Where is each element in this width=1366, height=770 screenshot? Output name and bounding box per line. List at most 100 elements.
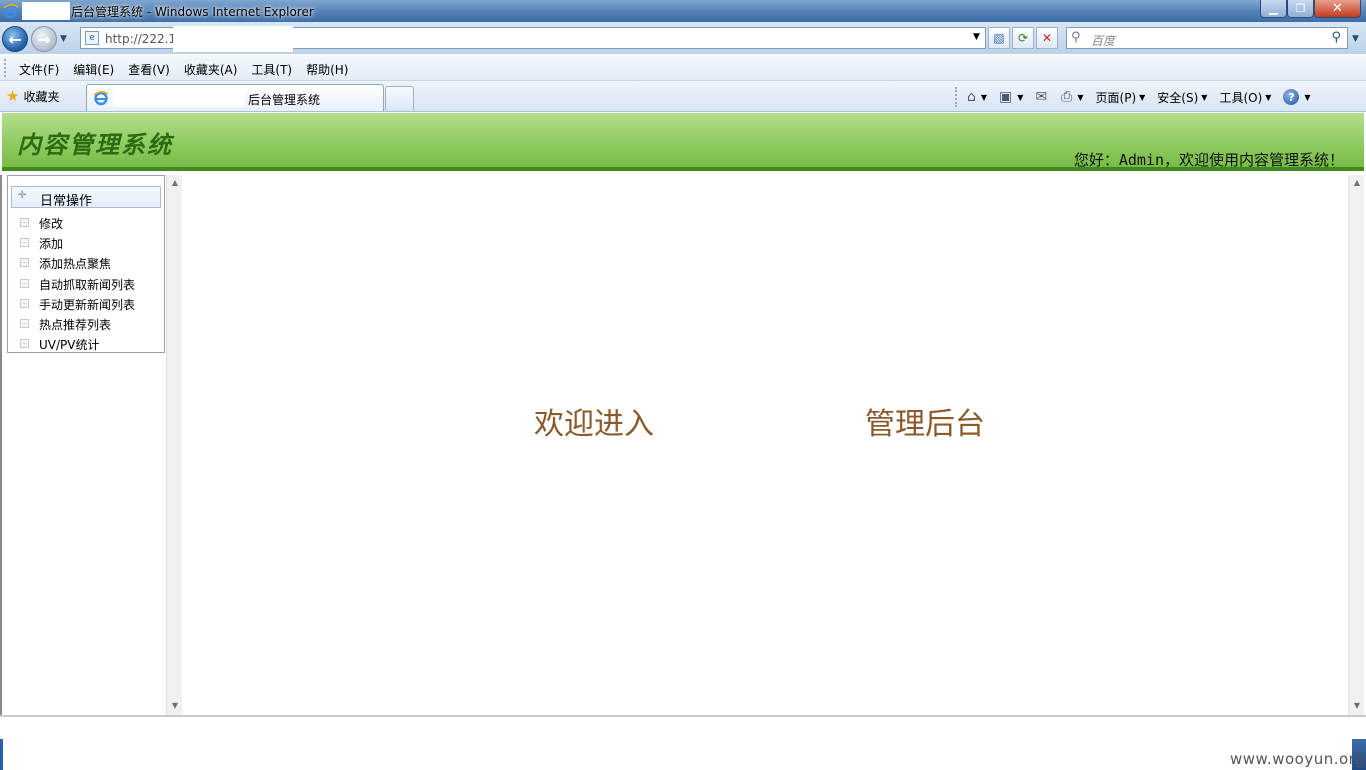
chevron-down-icon[interactable]: ▼: [1077, 93, 1083, 102]
address-dropdown-icon[interactable]: ▼: [973, 32, 980, 42]
maximize-icon: ❐: [1295, 2, 1306, 15]
sidebar-item-label: UV/PV统计: [39, 338, 100, 353]
menu-view[interactable]: 查看(V): [121, 61, 177, 78]
star-icon: ★: [6, 87, 20, 105]
search-icon: ⚲: [1071, 30, 1081, 45]
back-button[interactable]: ←: [2, 26, 28, 52]
stop-button[interactable]: ✕: [1036, 27, 1058, 49]
minimize-button[interactable]: ▁: [1260, 0, 1287, 18]
sidebar-item-add-hot-focus[interactable]: – 添加热点聚焦: [8, 253, 164, 273]
read-mail-button[interactable]: ✉: [1035, 89, 1049, 105]
ie-icon: [3, 4, 19, 19]
page-icon: e: [85, 31, 99, 45]
bullet-icon: –: [20, 238, 29, 248]
sidebar-item-hot-recommend[interactable]: – 热点推荐列表: [8, 314, 164, 334]
left-navigation-frame: ✛ 日常操作 – 修改 – 添加 – 添加热点聚焦 – 自动抓取新闻列表 – 手动更新新闻…: [0, 175, 182, 715]
sidebar-item-label: 自动抓取新闻列表: [39, 277, 136, 292]
feeds-button[interactable]: ▣ ▼: [999, 89, 1023, 105]
url-text: http://222.1: [105, 32, 177, 46]
scroll-down-icon[interactable]: ▼: [1349, 701, 1365, 710]
bullet-icon: –: [20, 318, 29, 328]
site-header: 内容管理系统 您好：Admin，欢迎使用内容管理系统！: [2, 113, 1364, 171]
left-frame-scrollbar[interactable]: ▲ ▼: [166, 175, 182, 715]
sidebar-item-label: 添加: [39, 237, 64, 252]
main-content-frame: 欢迎进入 管理后台 ▲ ▼: [182, 175, 1366, 715]
stop-icon: ✕: [1041, 31, 1053, 45]
maximize-button[interactable]: ❐: [1287, 0, 1314, 18]
bullet-icon: –: [20, 298, 29, 308]
chevron-down-icon[interactable]: ▼: [1017, 93, 1023, 102]
user-greeting: 您好：Admin，欢迎使用内容管理系统！: [1073, 151, 1344, 169]
new-tab-button[interactable]: [385, 86, 414, 110]
toolbar-grip[interactable]: [4, 59, 7, 77]
compatibility-view-button[interactable]: ▧: [988, 27, 1010, 49]
close-window-button[interactable]: ✕: [1314, 0, 1361, 18]
sidebar-items: – 修改 – 添加 – 添加热点聚焦 – 自动抓取新闻列表 – 手动更新新闻列表 – 热点推…: [8, 213, 164, 354]
forward-arrow-icon: →: [37, 29, 51, 49]
search-go-icon[interactable]: ⚲: [1331, 30, 1341, 45]
window-title-bar: 后台管理系统 - Windows Internet Explorer ▁ ❐ ✕: [0, 0, 1366, 22]
sidebar-menu: ✛ 日常操作 – 修改 – 添加 – 添加热点聚焦 – 自动抓取新闻列表 – 手动更新新闻…: [7, 175, 165, 353]
favorites-tab-bar: ★ 收藏夹 后台管理系统 ⌂ ▼ ▣ ▼ ✉ ⎙ ▼ 页面(P) ▼ 安全(S) ▼ 工具…: [0, 81, 1366, 112]
sidebar-item-uv-pv-stats[interactable]: – UV/PV统计: [8, 334, 164, 354]
sidebar-item-label: 添加热点聚焦: [39, 257, 112, 272]
search-dropdown-icon[interactable]: ▼: [1352, 34, 1359, 44]
menu-favorites[interactable]: 收藏夹(A): [177, 61, 245, 78]
refresh-button[interactable]: ⟳: [1012, 27, 1034, 49]
sidebar-group-daily-operations[interactable]: ✛ 日常操作: [11, 186, 161, 209]
history-dropdown-icon[interactable]: ▼: [60, 34, 67, 44]
scroll-up-icon[interactable]: ▲: [167, 178, 183, 187]
chevron-down-icon: ▼: [1265, 92, 1272, 102]
status-bar: www.wooyun.org: [0, 715, 1366, 770]
page-menu-button[interactable]: 页面(P) ▼: [1096, 89, 1146, 106]
tools-menu-label: 工具(O): [1219, 90, 1263, 105]
compatibility-view-icon: ▧: [993, 31, 1005, 45]
scroll-down-icon[interactable]: ▼: [167, 701, 183, 710]
menu-edit[interactable]: 编辑(E): [66, 61, 121, 78]
welcome-heading-part1: 欢迎进入: [534, 407, 654, 442]
tab-current-page[interactable]: 后台管理系统: [86, 84, 384, 111]
safety-menu-button[interactable]: 安全(S) ▼: [1157, 89, 1207, 106]
search-placeholder: 百度: [1091, 34, 1116, 48]
sidebar-item-edit[interactable]: – 修改: [8, 213, 164, 233]
redacted-area: [113, 88, 245, 107]
bullet-icon: –: [20, 218, 29, 227]
sidebar-item-label: 修改: [39, 217, 64, 231]
page-menu-label: 页面(P): [1095, 90, 1137, 105]
bullet-icon: –: [20, 258, 29, 268]
window-title: 后台管理系统 - Windows Internet Explorer: [71, 5, 314, 19]
taskbar-edge: [0, 739, 3, 770]
scroll-up-icon[interactable]: ▲: [1349, 178, 1365, 187]
tools-menu-button[interactable]: 工具(O) ▼: [1219, 89, 1271, 106]
sidebar-item-label: 手动更新新闻列表: [39, 297, 136, 312]
forward-button[interactable]: →: [31, 26, 57, 52]
menu-file[interactable]: 文件(F): [12, 61, 66, 78]
chevron-down-icon: ▼: [1139, 92, 1146, 102]
minimize-icon: ▁: [1269, 2, 1278, 15]
print-button[interactable]: ⎙ ▼: [1061, 89, 1083, 105]
sidebar-item-manual-update-news[interactable]: – 手动更新新闻列表: [8, 294, 164, 314]
home-button[interactable]: ⌂ ▼: [967, 89, 987, 105]
home-icon: ⌂: [967, 89, 976, 105]
main-frame-scrollbar[interactable]: ▲ ▼: [1348, 175, 1364, 715]
menu-help[interactable]: 帮助(H): [299, 61, 355, 78]
redacted-area: [173, 26, 293, 52]
toolbar-separator: [955, 87, 957, 107]
sidebar-group-label: 日常操作: [40, 194, 93, 209]
help-menu-button[interactable]: ? ▼: [1283, 89, 1311, 105]
rss-feed-icon: ▣: [999, 89, 1013, 105]
sidebar-item-add[interactable]: – 添加: [8, 233, 164, 253]
address-input[interactable]: e http://222.1 ▼: [80, 26, 986, 52]
expand-icon: ✛: [18, 190, 27, 201]
close-icon: ✕: [1332, 1, 1343, 16]
address-toolbar: ← → ▼ e http://222.1 ▼ ▧ ⟳ ✕ ⚲ 百度 ⚲ ▼: [0, 22, 1366, 54]
menu-tools[interactable]: 工具(T): [244, 61, 299, 78]
search-input[interactable]: ⚲ 百度 ⚲: [1066, 27, 1348, 49]
chevron-down-icon[interactable]: ▼: [981, 93, 987, 102]
help-icon: ?: [1283, 89, 1300, 105]
mail-icon: ✉: [1035, 89, 1048, 105]
sidebar-item-auto-fetch-news[interactable]: – 自动抓取新闻列表: [8, 274, 164, 294]
tab-title: 后台管理系统: [248, 93, 321, 107]
ie-icon: [93, 91, 109, 106]
favorites-button[interactable]: ★ 收藏夹: [6, 87, 59, 105]
